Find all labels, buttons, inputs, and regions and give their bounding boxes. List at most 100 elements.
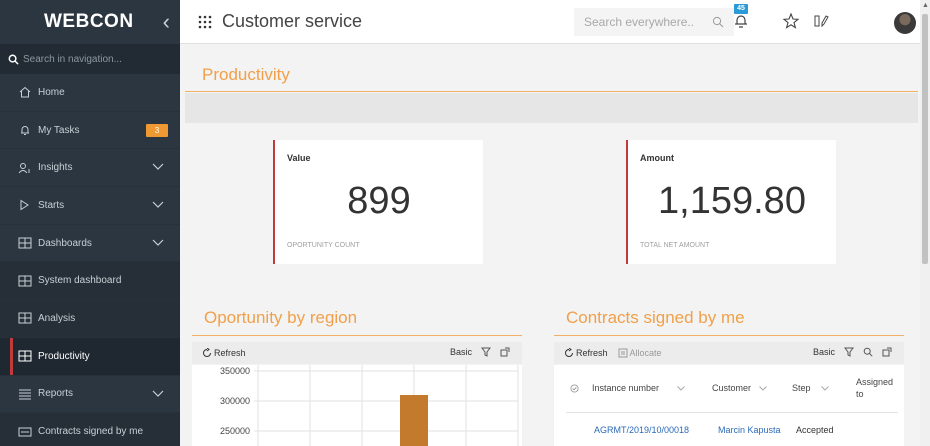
allocate-button[interactable]: Allocate (618, 348, 662, 358)
chevron-down-icon (152, 239, 164, 246)
sidebar-item-label: Home (38, 86, 65, 98)
refresh-icon (203, 348, 211, 357)
chart-refresh-button[interactable]: Refresh (202, 348, 246, 358)
customer-link[interactable]: Marcin Kapusta (718, 425, 781, 435)
logo: WEBCON (44, 11, 134, 32)
sidebar-item-label: Productivity (38, 350, 90, 362)
collapse-sidebar-icon[interactable]: ‹ (163, 9, 170, 35)
refresh-label: Refresh (576, 348, 608, 358)
chart-panel-divider (192, 335, 522, 336)
search-icon[interactable] (863, 347, 873, 357)
instance-number-link[interactable]: AGRMT/2019/10/00018 (594, 425, 689, 435)
kpi-card-value: Value 899 OPORTUNITY COUNT (273, 140, 483, 264)
filter-icon[interactable] (481, 347, 491, 357)
sidebar-item-label: Reports (38, 388, 74, 400)
global-search-placeholder: Search everywhere.. (584, 15, 695, 29)
dashboard-icon (18, 350, 32, 362)
kpi-value: 899 (347, 180, 411, 222)
table-toolbar: Refresh Allocate Basic (554, 342, 904, 364)
dashboard-icon (18, 312, 32, 324)
reports-icon (19, 389, 31, 400)
search-icon (8, 54, 19, 65)
play-icon (20, 199, 29, 211)
app-launcher-icon[interactable] (198, 15, 212, 29)
scroll-thumb[interactable] (922, 14, 928, 264)
sidebar-item-label: System dashboard (38, 275, 122, 287)
table-refresh-button[interactable]: Refresh (564, 348, 608, 358)
app-title: Customer service (222, 11, 363, 31)
expand-icon[interactable] (882, 347, 892, 357)
sidebar-item-productivity[interactable]: Productivity (0, 337, 180, 376)
contracts-table: Instance number Customer Step Assigned t… (554, 365, 904, 446)
chevron-down-icon (152, 390, 164, 397)
kpi-label: Value (287, 153, 311, 163)
edit-icon[interactable] (812, 12, 830, 30)
sidebar-item-analysis[interactable]: Analysis (0, 300, 180, 338)
column-header-customer[interactable]: Customer (712, 365, 767, 411)
select-all-checkbox-icon[interactable] (570, 384, 579, 393)
sidebar-item-insights[interactable]: Insights (0, 149, 180, 188)
nav-search-input[interactable]: Search in navigation... (0, 44, 180, 74)
y-tick-label: 350000 (220, 366, 250, 376)
filter-icon[interactable] (844, 347, 854, 357)
chart-view-selector[interactable]: Basic (450, 347, 472, 357)
header-divider (566, 412, 898, 413)
allocate-label: Allocate (629, 348, 662, 358)
refresh-icon (565, 348, 573, 357)
chevron-down-icon (677, 385, 685, 391)
opportunity-region-chart: 350000 300000 250000 (192, 365, 522, 446)
home-icon (19, 87, 31, 98)
kpi-value: 1,159.80 (658, 180, 806, 222)
global-search-input[interactable]: Search everywhere.. (574, 8, 734, 36)
app: WEBCON ‹ Search in navigation... Home My… (0, 0, 930, 446)
page-title: Productivity (202, 65, 290, 84)
dashboard-icon (18, 237, 32, 249)
sidebar-item-reports[interactable]: Reports (0, 376, 180, 414)
sidebar-item-label: My Tasks (38, 124, 80, 136)
dashboard-icon (18, 275, 32, 287)
kpi-sublabel: TOTAL NET AMOUNT (640, 242, 710, 249)
notifications-icon[interactable] (732, 12, 750, 30)
kpi-card-amount: Amount 1,159.80 TOTAL NET AMOUNT (626, 140, 836, 264)
column-header-step[interactable]: Step (792, 365, 829, 411)
column-header-assigned[interactable]: Assigned to (856, 365, 896, 411)
step-value: Accepted (796, 425, 834, 435)
report-icon (18, 427, 32, 437)
bell-icon (21, 126, 29, 136)
sidebar-item-label: Starts (38, 199, 65, 211)
title-divider (185, 91, 918, 92)
page-scrollbar[interactable]: ▲ (920, 0, 930, 446)
sidebar-item-dashboards[interactable]: Dashboards (0, 225, 180, 263)
chart-bar[interactable] (400, 395, 428, 446)
kpi-label: Amount (640, 153, 674, 163)
sidebar-item-home[interactable]: Home (0, 74, 180, 112)
table-view-selector[interactable]: Basic (813, 347, 835, 357)
notification-count-badge: 45 (734, 4, 748, 14)
chevron-down-icon (152, 163, 164, 171)
tasks-count-badge: 3 (146, 123, 168, 137)
sidebar-item-system-dashboard[interactable]: System dashboard (0, 262, 180, 301)
refresh-label: Refresh (214, 348, 246, 358)
y-tick-label: 250000 (220, 426, 250, 436)
avatar[interactable] (894, 12, 916, 34)
column-header-instance[interactable]: Instance number (592, 365, 685, 411)
sidebar-item-starts[interactable]: Starts (0, 187, 180, 225)
table-panel-divider (554, 335, 904, 336)
sidebar-item-my-tasks[interactable]: My Tasks 3 (0, 112, 180, 150)
chevron-down-icon (759, 385, 767, 391)
main-content: Productivity Value 899 OPORTUNITY COUNT … (180, 45, 920, 446)
logo-bar: WEBCON ‹ (0, 0, 180, 44)
sidebar-item-label: Dashboards (38, 237, 92, 249)
sidebar: WEBCON ‹ Search in navigation... Home My… (0, 0, 180, 446)
sidebar-item-contracts-signed[interactable]: Contracts signed by me (0, 413, 180, 446)
filter-band (185, 93, 918, 123)
sidebar-item-label: Insights (38, 162, 73, 174)
scroll-up-icon[interactable]: ▲ (922, 2, 929, 9)
chart-panel-title: Oportunity by region (204, 308, 358, 327)
chevron-down-icon (820, 385, 829, 391)
sidebar-item-label: Contracts signed by me (38, 426, 144, 438)
nav-search-placeholder: Search in navigation... (23, 53, 122, 65)
expand-icon[interactable] (500, 347, 510, 357)
star-icon[interactable] (782, 12, 800, 30)
chart-canvas: 350000 300000 250000 (220, 365, 519, 446)
